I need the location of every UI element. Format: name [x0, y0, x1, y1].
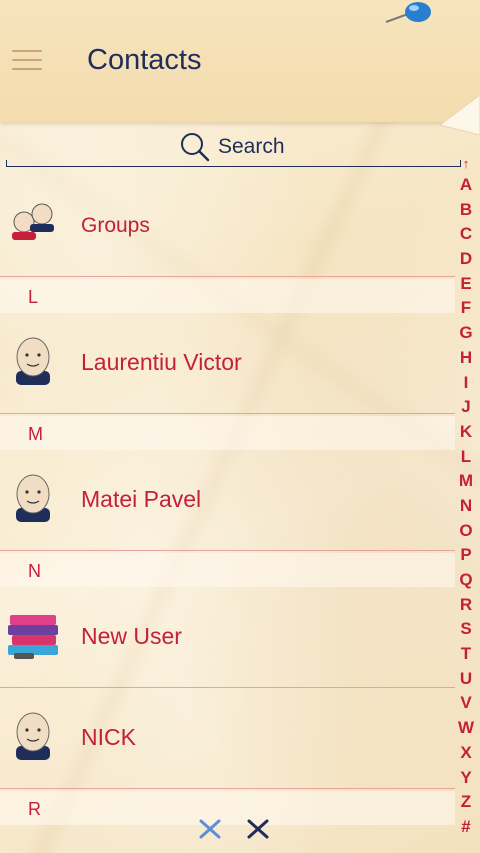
index-letter[interactable]: Z [455, 790, 477, 815]
search-label: Search [218, 135, 285, 158]
contact-name: NICK [81, 724, 136, 750]
index-letter[interactable]: G [455, 321, 477, 346]
index-letter[interactable]: S [455, 617, 477, 642]
index-letter[interactable]: H [455, 346, 477, 371]
alphabet-index[interactable]: ↑ A B C D E F G H I J K L M N O P Q R S T U V W X Y Z # [455, 155, 477, 840]
index-letter[interactable]: X [455, 741, 477, 766]
index-letter[interactable]: J [455, 395, 477, 420]
index-letter[interactable]: A [455, 173, 477, 198]
index-letter[interactable]: Y [455, 766, 477, 791]
index-letter[interactable]: O [455, 519, 477, 544]
photo-avatar-icon [8, 615, 58, 659]
index-letter[interactable]: D [455, 247, 477, 272]
pushpin-icon [385, 2, 431, 23]
close-icon-blue[interactable] [198, 818, 222, 840]
face-avatar-icon [16, 712, 50, 760]
menu-button[interactable] [12, 50, 42, 72]
contact-name: Matei Pavel [81, 486, 202, 512]
index-letter[interactable]: F [455, 296, 477, 321]
close-icon-dark[interactable] [246, 818, 270, 840]
index-letter[interactable]: T [455, 642, 477, 667]
contact-row[interactable]: Matei Pavel [0, 450, 455, 551]
bottom-actions [198, 818, 270, 840]
index-letter[interactable]: B [455, 198, 477, 223]
index-letter[interactable]: P [455, 543, 477, 568]
contact-name: Laurentiu Victor [81, 349, 242, 375]
search-bar[interactable]: Search [6, 124, 461, 167]
index-letter[interactable]: E [455, 272, 477, 297]
index-letter[interactable]: L [455, 445, 477, 470]
contact-row[interactable]: Laurentiu Victor [0, 313, 455, 414]
index-letter[interactable]: I [455, 371, 477, 396]
section-header-m: M [0, 416, 455, 450]
index-letter[interactable]: R [455, 593, 477, 618]
index-letter[interactable]: K [455, 420, 477, 445]
contact-name: New User [81, 623, 182, 649]
groups-icon [12, 203, 54, 240]
index-letter[interactable]: W [455, 716, 477, 741]
section-header-n: N [0, 553, 455, 587]
index-letter[interactable]: # [455, 815, 477, 840]
index-letter[interactable]: V [455, 691, 477, 716]
search-icon [181, 133, 210, 162]
contact-row[interactable]: New User [0, 587, 455, 688]
contact-row[interactable]: NICK [0, 688, 455, 789]
face-avatar-icon [16, 474, 50, 522]
face-avatar-icon [16, 337, 50, 385]
index-letter[interactable]: Q [455, 568, 477, 593]
app-header: Contacts [0, 0, 480, 122]
section-header-l: L [0, 279, 455, 313]
groups-row[interactable]: Groups [0, 176, 455, 277]
index-letter[interactable]: M [455, 469, 477, 494]
groups-label: Groups [81, 214, 150, 237]
page-title: Contacts [87, 44, 202, 76]
index-letter[interactable]: C [455, 222, 477, 247]
index-letter[interactable]: N [455, 494, 477, 519]
index-top-arrow[interactable]: ↑ [455, 155, 477, 173]
index-letter[interactable]: U [455, 667, 477, 692]
